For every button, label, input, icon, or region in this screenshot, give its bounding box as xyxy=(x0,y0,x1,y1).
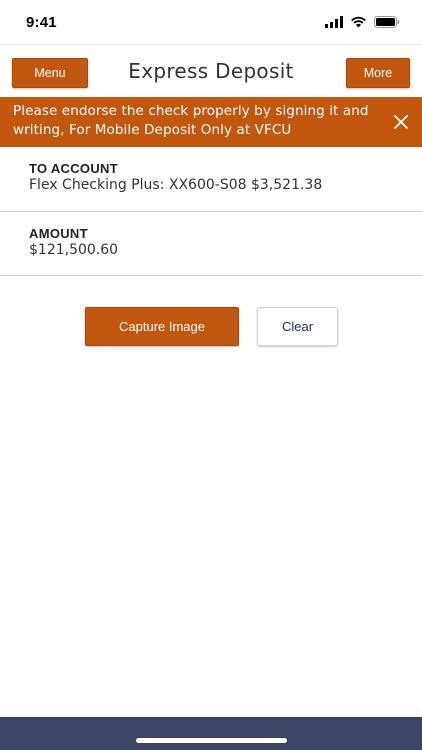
clear-button[interactable]: Clear xyxy=(257,307,338,346)
page-title: Express Deposit xyxy=(128,59,294,83)
capture-image-button[interactable]: Capture Image xyxy=(85,307,239,346)
to-account-value: Flex Checking Plus: XX600-S08 $3,521.38 xyxy=(29,177,323,193)
app-header: Menu Express Deposit More xyxy=(0,44,422,97)
to-account-field[interactable]: TO ACCOUNT Flex Checking Plus: XX600-S08… xyxy=(0,147,422,212)
status-bar: 9:41 xyxy=(0,0,422,44)
more-button[interactable]: More xyxy=(346,58,410,88)
close-icon[interactable] xyxy=(393,114,409,134)
home-indicator[interactable] xyxy=(136,738,287,743)
cellular-signal-icon xyxy=(325,13,343,32)
amount-value: $121,500.60 xyxy=(29,242,119,258)
bottom-bar xyxy=(0,717,422,750)
endorse-check-banner: Please endorse the check properly by sig… xyxy=(0,97,422,147)
amount-field[interactable]: AMOUNT $121,500.60 xyxy=(0,212,422,276)
status-icons xyxy=(325,13,400,32)
express-deposit-screen: 9:41 Menu Express Deposit More Please en… xyxy=(0,0,422,750)
battery-icon xyxy=(374,13,400,32)
banner-message: Please endorse the check properly by sig… xyxy=(13,103,369,138)
menu-button[interactable]: Menu xyxy=(12,58,88,88)
status-time: 9:41 xyxy=(26,13,57,31)
to-account-label: TO ACCOUNT xyxy=(29,161,118,176)
wifi-icon xyxy=(350,13,367,32)
amount-label: AMOUNT xyxy=(29,226,88,241)
